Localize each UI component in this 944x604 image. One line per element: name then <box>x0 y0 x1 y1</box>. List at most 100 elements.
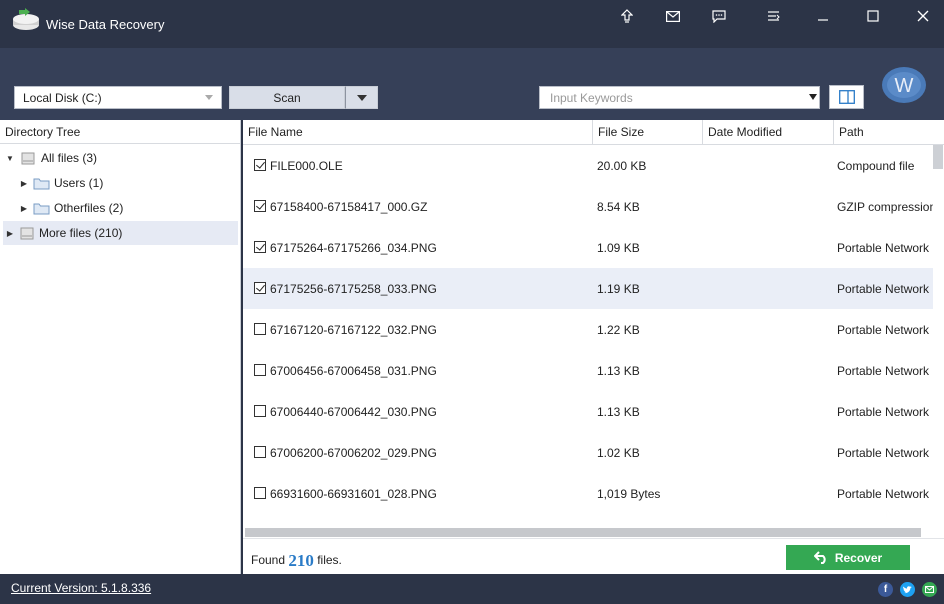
expand-arrow-icon[interactable]: ▶ <box>4 229 16 238</box>
expand-arrow-icon[interactable]: ▶ <box>18 204 30 213</box>
table-row[interactable]: 67158400-67158417_000.GZ 8.54 KB GZIP comp… <box>243 186 933 227</box>
email-share-icon[interactable] <box>922 582 937 597</box>
row-checkbox[interactable] <box>254 200 266 212</box>
current-version-link[interactable]: Current Version: 5.1.8.336 <box>11 581 151 595</box>
file-list-panel: File Name File Size Date Modified Path F… <box>243 120 944 574</box>
column-header-date-modified[interactable]: Date Modified <box>703 120 834 145</box>
file-name-cell: 66931600-66931601_028.PNG <box>270 487 437 501</box>
file-size-cell: 1.22 KB <box>597 323 640 337</box>
path-cell: Portable Network ... <box>837 405 933 419</box>
file-name-cell: 67158400-67158417_000.GZ <box>270 200 428 214</box>
file-size-cell: 8.54 KB <box>597 200 640 214</box>
file-name-cell: 67006456-67006458_031.PNG <box>270 364 437 378</box>
facebook-icon[interactable]: f <box>878 582 893 597</box>
path-cell: Portable Network ... <box>837 487 933 501</box>
app-title: Wise Data Recovery <box>46 17 165 32</box>
expand-arrow-icon[interactable]: ▶ <box>18 179 30 188</box>
table-row[interactable]: 67175264-67175266_034.PNG 1.09 KB Portable… <box>243 227 933 268</box>
undo-icon <box>813 551 826 564</box>
keyword-search-input[interactable] <box>539 86 820 109</box>
row-checkbox[interactable] <box>254 159 266 171</box>
file-size-cell: 1,019 Bytes <box>597 487 661 501</box>
vertical-scrollbar[interactable] <box>933 145 943 169</box>
twitter-icon[interactable] <box>900 582 915 597</box>
upgrade-icon[interactable] <box>615 6 639 26</box>
column-header-path[interactable]: Path <box>834 120 944 145</box>
column-header-file-name[interactable]: File Name <box>243 120 593 145</box>
chevron-down-icon <box>357 95 367 101</box>
row-checkbox[interactable] <box>254 323 266 335</box>
horizontal-scrollbar[interactable] <box>243 528 933 537</box>
app-logo-icon <box>13 8 39 30</box>
row-checkbox[interactable] <box>254 446 266 458</box>
path-cell: Compound file <box>837 159 915 173</box>
keyword-dropdown-icon[interactable] <box>809 94 817 100</box>
status-bar: Current Version: 5.1.8.336 f <box>0 574 944 604</box>
drive-select[interactable]: Local Disk (C:) <box>14 86 222 109</box>
row-checkbox[interactable] <box>254 364 266 376</box>
scan-button[interactable]: Scan <box>229 86 345 109</box>
wise-logo-icon: W <box>882 67 926 103</box>
feedback-icon[interactable] <box>707 6 731 26</box>
title-bar: Wise Data Recovery <box>0 0 944 48</box>
folder-icon <box>33 178 50 189</box>
row-checkbox[interactable] <box>254 405 266 417</box>
file-size-cell: 1.09 KB <box>597 241 640 255</box>
tree-item-otherfiles[interactable]: ▶ Otherfiles (2) <box>18 196 237 220</box>
row-checkbox[interactable] <box>254 282 266 294</box>
table-row[interactable]: 66931600-66931601_028.PNG 1,019 Bytes Port… <box>243 473 933 514</box>
found-suffix: files. <box>317 553 342 567</box>
row-checkbox[interactable] <box>254 241 266 253</box>
table-row[interactable]: 67167120-67167122_032.PNG 1.22 KB Portable… <box>243 309 933 350</box>
results-footer: Found 210 files. Recover <box>243 538 944 574</box>
table-row[interactable]: 67175256-67175258_033.PNG 1.19 KB Portable… <box>243 268 933 309</box>
row-checkbox[interactable] <box>254 487 266 499</box>
tree-item-users[interactable]: ▶ Users (1) <box>18 171 237 195</box>
path-cell: Portable Network ... <box>837 364 933 378</box>
table-row[interactable]: FILE000.OLE 20.00 KB Compound file <box>243 145 933 186</box>
drive-icon <box>21 152 35 164</box>
folder-icon <box>33 203 50 214</box>
found-count-text: Found 210 files. <box>251 551 342 571</box>
minimize-icon[interactable] <box>811 6 835 26</box>
tree-item-label: All files (3) <box>41 151 98 165</box>
table-row[interactable]: 67006200-67006202_029.PNG 1.02 KB Portable… <box>243 432 933 473</box>
scan-options-dropdown[interactable] <box>345 86 378 109</box>
file-name-cell: 67006200-67006202_029.PNG <box>270 446 437 460</box>
panel-layout-icon <box>838 90 855 104</box>
found-prefix: Found <box>251 553 286 567</box>
path-cell: GZIP compression fi <box>837 200 933 214</box>
file-name-cell: 67167120-67167122_032.PNG <box>270 323 437 337</box>
directory-tree-header: Directory Tree <box>0 120 240 144</box>
tree-item-label: Otherfiles (2) <box>54 201 124 215</box>
path-cell: Portable Network ... <box>837 446 933 460</box>
table-row[interactable]: 67006456-67006458_031.PNG 1.13 KB Portable… <box>243 350 933 391</box>
drive-select-value: Local Disk (C:) <box>23 90 102 105</box>
file-size-cell: 1.02 KB <box>597 446 640 460</box>
table-row[interactable]: 67006440-67006442_030.PNG 1.13 KB Portable… <box>243 391 933 432</box>
path-cell: Portable Network ... <box>837 241 933 255</box>
file-size-cell: 20.00 KB <box>597 159 647 173</box>
close-icon[interactable] <box>911 6 935 26</box>
svg-text:W: W <box>895 75 914 97</box>
recover-button[interactable]: Recover <box>786 545 910 570</box>
maximize-icon[interactable] <box>861 6 885 26</box>
path-cell: Portable Network ... <box>837 282 933 296</box>
layout-toggle-button[interactable] <box>829 85 864 109</box>
recover-label: Recover <box>834 550 883 565</box>
file-size-cell: 1.13 KB <box>597 405 640 419</box>
file-name-cell: 67175264-67175266_034.PNG <box>270 241 437 255</box>
collapse-arrow-icon[interactable]: ▼ <box>4 154 16 163</box>
tree-item-label: More files (210) <box>39 226 123 240</box>
horizontal-scrollbar-thumb[interactable] <box>245 528 921 537</box>
file-name-cell: FILE000.OLE <box>270 159 343 173</box>
path-cell: Portable Network ... <box>837 323 933 337</box>
mail-icon[interactable] <box>661 6 685 26</box>
column-header-file-size[interactable]: File Size <box>593 120 703 145</box>
chevron-down-icon <box>205 95 213 100</box>
file-size-cell: 1.19 KB <box>597 282 640 296</box>
tree-item-more-files[interactable]: ▶ More files (210) <box>3 221 238 245</box>
tree-item-all-files[interactable]: ▼ All files (3) <box>4 146 237 170</box>
file-name-cell: 67006440-67006442_030.PNG <box>270 405 437 419</box>
menu-icon[interactable] <box>761 6 785 26</box>
